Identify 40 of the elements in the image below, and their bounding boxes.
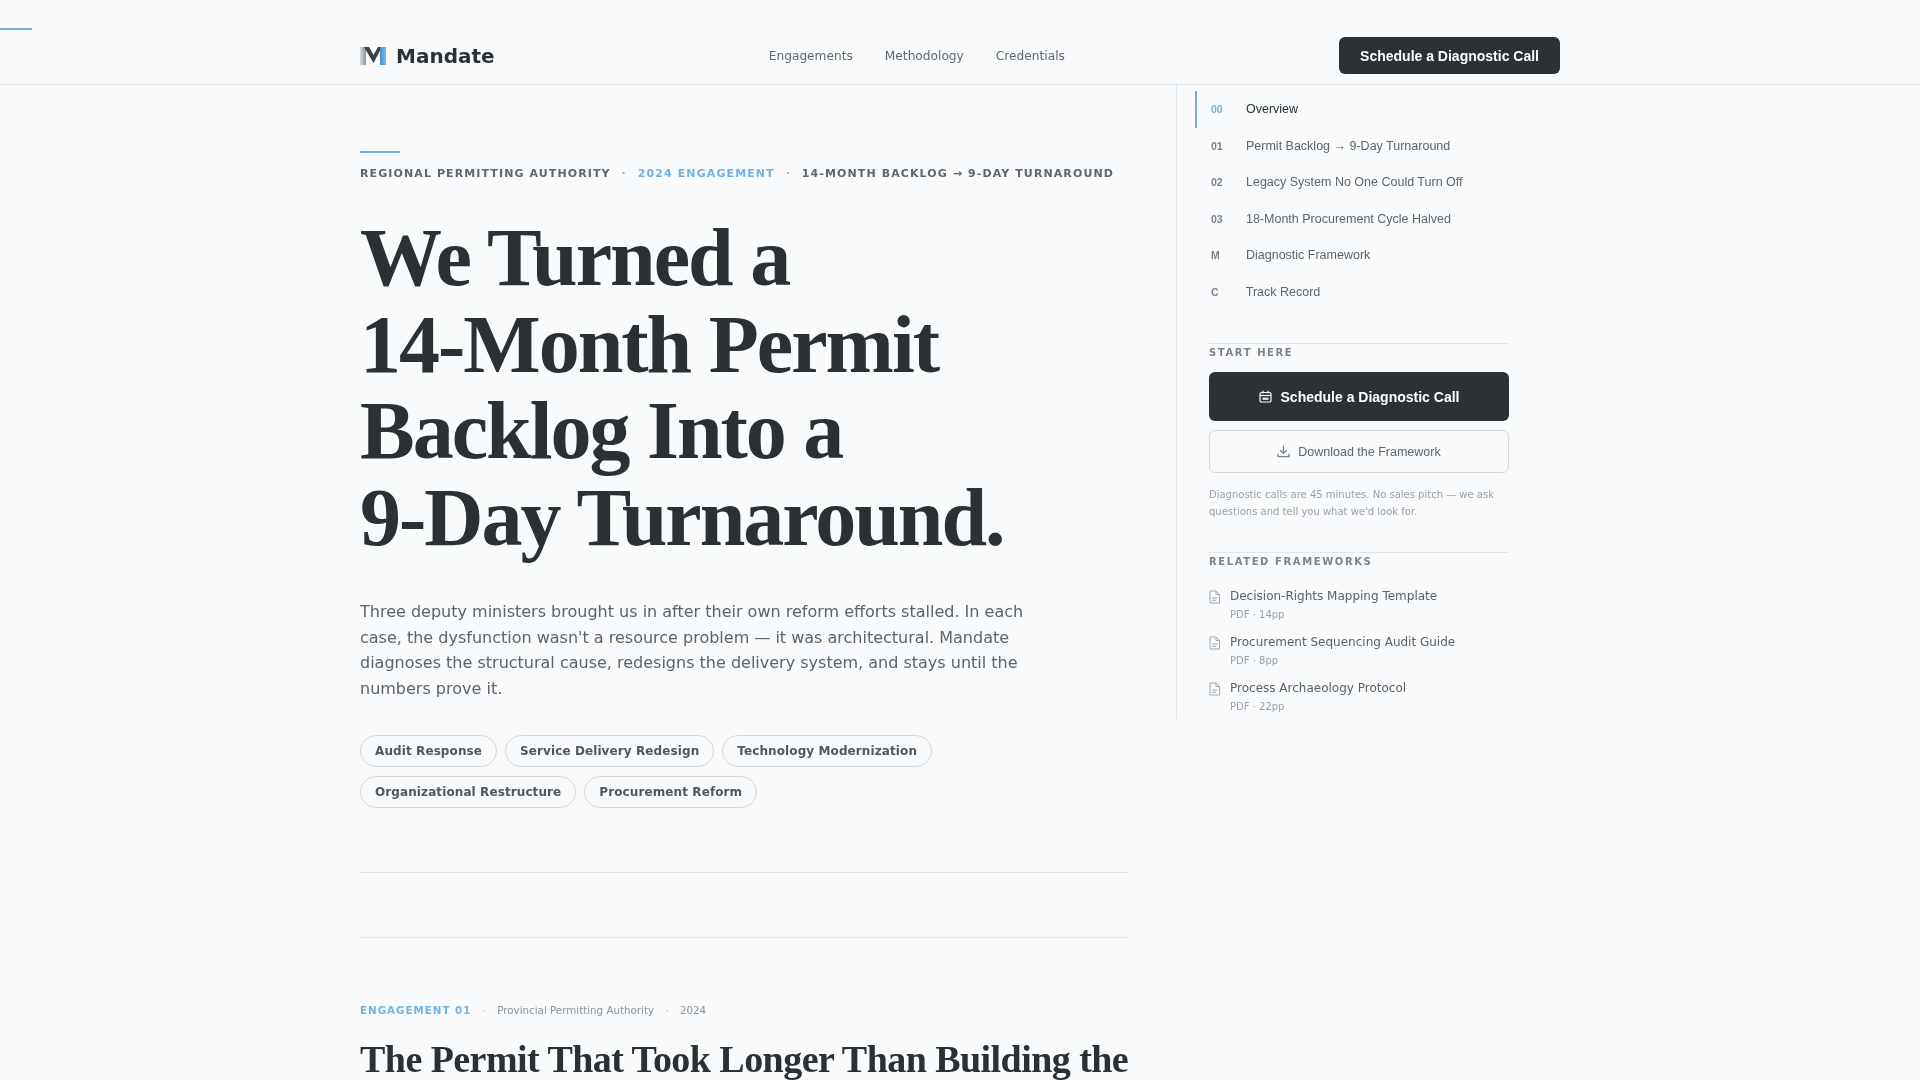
nav-link[interactable]: Credentials — [995, 46, 1065, 65]
calendar-icon — [1258, 390, 1272, 403]
framework-link[interactable]: Procurement Sequencing Audit Guide — [1230, 633, 1456, 652]
document-icon — [1209, 635, 1221, 650]
separator-dot: · — [665, 1004, 669, 1017]
separator-dot: · — [482, 1004, 486, 1017]
section-label: ENGAGEMENT 01 — [360, 1004, 472, 1017]
file-meta: PDF · 8pp — [1230, 654, 1279, 668]
toc-link[interactable]: 03 18-Month Procurement Cycle Halved — [1195, 200, 1509, 237]
section-heading: START HERE — [1209, 346, 1295, 360]
nav-link[interactable]: Methodology — [884, 46, 964, 65]
toc-link[interactable]: 01 Permit Backlog → 9-Day Turnaround — [1195, 127, 1509, 164]
brand-name[interactable]: Mandate — [396, 43, 495, 68]
separator-dot: · — [785, 167, 791, 180]
file-meta: PDF · 14pp — [1230, 608, 1285, 622]
schedule-call-button[interactable]: Schedule a Diagnostic Call — [1339, 37, 1560, 74]
schedule-call-button[interactable]: Schedule a Diagnostic Call — [1209, 372, 1509, 421]
eyebrow-text: 14-MONTH BACKLOG → 9-DAY TURNAROUND — [801, 167, 1114, 180]
toc-link[interactable]: M Diagnostic Framework — [1195, 237, 1509, 274]
document-icon — [1209, 681, 1221, 696]
toc-link[interactable]: 00 Overview — [1195, 91, 1509, 128]
toc-link[interactable]: C Track Record — [1195, 273, 1509, 310]
section-heading: RELATED FRAMEWORKS — [1209, 555, 1374, 569]
meta-text: Provincial Permitting Authority — [497, 1004, 655, 1017]
download-button[interactable]: Download the Framework — [1209, 430, 1509, 473]
nav-link[interactable]: Engagements — [768, 46, 853, 65]
framework-link[interactable]: Process Archaeology Protocol — [1230, 679, 1407, 698]
logo-icon — [360, 46, 386, 65]
download-icon — [1277, 445, 1291, 458]
hero-headline: We Turned a 14-Month Permit Backlog Into a 9-Day Turnaround. — [360, 215, 1005, 561]
separator-dot: · — [621, 167, 627, 180]
eyebrow-text: REGIONAL PERMITTING AUTHORITY — [360, 167, 611, 180]
toc-link[interactable]: 02 Legacy System No One Could Turn Off — [1195, 164, 1509, 201]
meta-text: 2024 — [679, 1004, 707, 1017]
file-meta: PDF · 22pp — [1230, 700, 1285, 714]
intro-paragraph: Three deputy ministers brought us in after their own reform efforts stalled. In each case, the dysfunction wasn't a resource problem — it was architectural. Mandate diagnoses the structural cause, redesigns the delivery system, and stays until the numbers prove it. — [360, 601, 1025, 700]
eyebrow-highlight: 2024 ENGAGEMENT — [637, 167, 775, 180]
note-text: Diagnostic calls are 45 minutes. No sales pitch — we ask questions and tell you what we'd look for. — [1209, 488, 1495, 519]
framework-link[interactable]: Decision-Rights Mapping Template — [1230, 587, 1438, 606]
document-icon — [1209, 589, 1221, 604]
